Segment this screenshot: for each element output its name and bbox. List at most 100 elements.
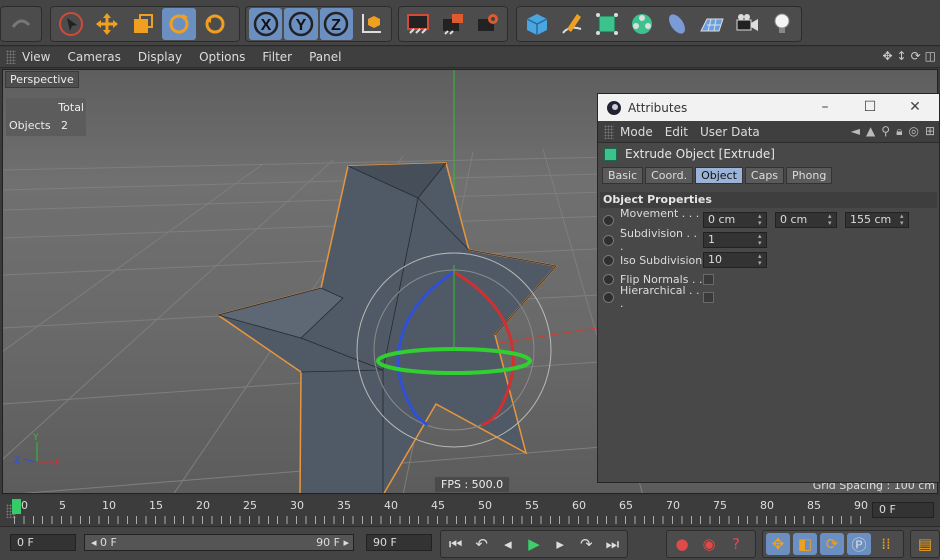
z-axis-icon[interactable]: Z (319, 8, 353, 40)
subdivision-field[interactable]: 1 (703, 232, 767, 248)
previous-key-icon[interactable]: ↶ (470, 533, 493, 555)
redo-icon[interactable] (4, 8, 38, 40)
tick-label: 30 (290, 499, 304, 512)
lock-icon[interactable]: 🔒︎ (896, 124, 902, 139)
render-view-icon[interactable] (402, 8, 435, 40)
search-icon[interactable]: ⚲ (881, 124, 890, 139)
axis-group: X Y Z (245, 6, 392, 42)
maximize-button[interactable]: ☐ (859, 98, 881, 116)
target-icon[interactable]: ◎ (908, 124, 918, 139)
movement-x-field[interactable]: 0 cm (703, 212, 767, 228)
end-frame-field[interactable]: 90 F (366, 534, 432, 551)
coordinate-system-icon[interactable] (355, 8, 388, 40)
tab-phong[interactable]: Phong (786, 167, 833, 184)
orbit-icon[interactable]: ⟳ (911, 49, 921, 63)
deformer-icon[interactable] (660, 8, 693, 40)
next-key-icon[interactable]: ↷ (575, 533, 598, 555)
tick-label: 25 (243, 499, 257, 512)
recent-tool-icon[interactable] (198, 8, 232, 40)
current-frame-field[interactable]: 0 F (872, 502, 934, 518)
menu-mode[interactable]: Mode (620, 125, 653, 139)
hud-header: Total (58, 101, 84, 114)
menu-display[interactable]: Display (138, 50, 182, 64)
play-icon[interactable]: ▶ (522, 533, 545, 555)
pan-icon[interactable]: ✥ (882, 49, 892, 63)
frame-range-slider[interactable]: ◂ 0 F 90 F ▸ (84, 534, 354, 551)
animate-toggle[interactable] (603, 214, 614, 226)
rotate-tool-icon[interactable] (162, 8, 196, 40)
render-to-picture-viewer-icon[interactable] (437, 8, 470, 40)
new-panel-icon[interactable]: ⊞ (925, 124, 935, 139)
tab-coord[interactable]: Coord. (645, 167, 694, 184)
animate-toggle[interactable] (603, 291, 614, 303)
animate-toggle[interactable] (603, 254, 614, 266)
light-icon[interactable] (765, 8, 798, 40)
maximize-view-icon[interactable]: ◫ (925, 49, 936, 63)
menu-edit[interactable]: Edit (665, 125, 688, 139)
animate-toggle[interactable] (603, 273, 614, 285)
record-active-icon[interactable]: ● (670, 533, 694, 555)
viewport-nav: ✥ ↕ ⟳ ◫ (882, 49, 936, 63)
timeline-playhead[interactable] (12, 499, 21, 514)
previous-frame-icon[interactable]: ◂ (496, 533, 519, 555)
menu-panel[interactable]: Panel (309, 50, 341, 64)
camera-icon[interactable] (730, 8, 763, 40)
back-arrow-icon[interactable]: ◄ (851, 124, 860, 139)
panel-grip[interactable] (6, 50, 16, 64)
go-to-end-icon[interactable]: ⏭ (601, 533, 624, 555)
parameter-key-icon[interactable]: Ⓟ (847, 533, 871, 555)
select-tool-icon[interactable] (54, 8, 88, 40)
menu-cameras[interactable]: Cameras (67, 50, 120, 64)
mograph-cloner-icon[interactable] (625, 8, 658, 40)
move-tool-icon[interactable] (90, 8, 124, 40)
animate-toggle[interactable] (603, 234, 614, 246)
tick-label: 10 (102, 499, 116, 512)
attributes-window: Attributes – ☐ ✕ Mode Edit User Data ◄ ▲… (597, 93, 940, 483)
up-arrow-icon[interactable]: ▲ (866, 124, 875, 139)
viewport-label[interactable]: Perspective (5, 71, 79, 88)
rotation-key-icon[interactable]: ⟳ (820, 533, 844, 555)
autokey-icon[interactable]: ◉ (697, 533, 721, 555)
dolly-icon[interactable]: ↕ (897, 49, 907, 63)
cinema4d-window: X Y Z View Cameras Display Options Filte… (0, 0, 940, 560)
point-level-key-icon[interactable]: ⁞⁞ (874, 533, 898, 555)
hierarchical-checkbox[interactable] (703, 291, 714, 303)
iso-subdivision-field[interactable]: 10 (703, 252, 767, 268)
key-tracks-controls: ✥ ◧ ⟳ Ⓟ ⁞⁞ (762, 530, 904, 558)
svg-text:X: X (260, 17, 271, 34)
minimize-button[interactable]: – (814, 98, 836, 116)
tab-object[interactable]: Object (695, 167, 743, 184)
render-settings-icon[interactable] (471, 8, 504, 40)
fps-readout: FPS : 500.0 (435, 477, 510, 492)
keyframe-controls: ● ◉ ? (666, 530, 756, 558)
tick-label: 75 (713, 499, 727, 512)
scale-key-icon[interactable]: ◧ (793, 533, 817, 555)
tab-caps[interactable]: Caps (744, 167, 785, 184)
cube-icon[interactable] (520, 8, 553, 40)
film-strip-icon[interactable]: ▤ (914, 533, 936, 555)
attributes-grip[interactable] (604, 124, 614, 139)
menu-filter[interactable]: Filter (262, 50, 292, 64)
menu-options[interactable]: Options (199, 50, 245, 64)
timeline[interactable]: 0 5 10 15 20 25 30 35 40 45 50 55 60 65 … (0, 496, 940, 526)
menu-user-data[interactable]: User Data (700, 125, 760, 139)
pen-spline-icon[interactable] (555, 8, 588, 40)
go-to-start-icon[interactable]: ⏮ (444, 533, 467, 555)
flip-normals-checkbox[interactable] (703, 273, 714, 285)
movement-z-field[interactable]: 155 cm (845, 212, 909, 228)
floor-icon[interactable] (695, 8, 728, 40)
close-button[interactable]: ✕ (904, 98, 926, 116)
movement-y-field[interactable]: 0 cm (775, 212, 837, 228)
start-frame-field[interactable]: 0 F (10, 534, 76, 551)
scale-tool-icon[interactable] (126, 8, 160, 40)
menu-view[interactable]: View (22, 50, 50, 64)
x-axis-icon[interactable]: X (249, 8, 283, 40)
attributes-titlebar[interactable]: Attributes – ☐ ✕ (598, 94, 939, 121)
subdivision-icon[interactable] (590, 8, 623, 40)
keyframe-selection-icon[interactable]: ? (724, 533, 748, 555)
tab-basic[interactable]: Basic (602, 167, 644, 184)
scheme-group: ▤ (910, 530, 940, 558)
next-frame-icon[interactable]: ▸ (549, 533, 572, 555)
y-axis-icon[interactable]: Y (284, 8, 318, 40)
position-key-icon[interactable]: ✥ (766, 533, 790, 555)
